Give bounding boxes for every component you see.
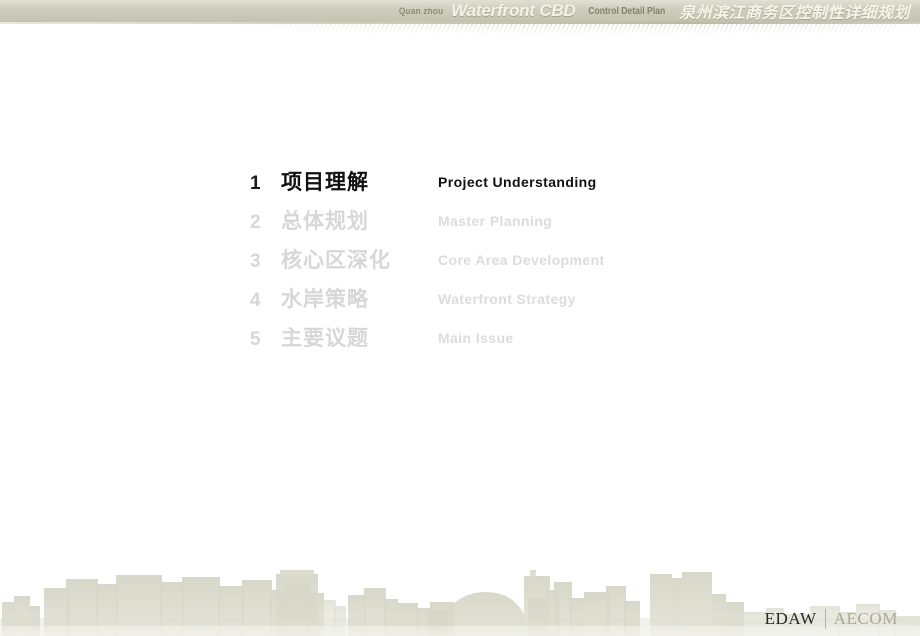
presentation-slide: Quan zhou Waterfront CBD Control Detail … (0, 0, 920, 636)
agenda-item-3-english-label: Core Area Development (438, 252, 605, 268)
agenda-item-2[interactable]: 2 总体规划 Master Planning (250, 211, 770, 250)
agenda-list: 1 项目理解 Project Understanding 2 总体规划 Mast… (250, 172, 770, 367)
agenda-item-2-english-label: Master Planning (438, 213, 553, 229)
agenda-item-1-chinese-label: 项目理解 (281, 171, 369, 194)
logo-divider (824, 609, 826, 629)
agenda-item-2-number: 2 (250, 212, 261, 233)
agenda-item-4-number: 4 (250, 290, 261, 311)
agenda-item-3-number: 3 (250, 251, 261, 272)
agenda-item-3-chinese-label: 核心区深化 (281, 249, 391, 272)
edaw-aecom-logo: EDAW AECOM (765, 608, 898, 630)
agenda-item-5-number: 5 (250, 329, 261, 350)
agenda-item-1-number: 1 (250, 173, 261, 194)
header-control-detail-plan-label: Control Detail Plan (587, 5, 665, 17)
agenda-item-3[interactable]: 3 核心区深化 Core Area Development (250, 250, 770, 289)
agenda-item-2-chinese-label: 总体规划 (281, 210, 369, 233)
agenda-item-1-english-label: Project Understanding (438, 174, 597, 190)
header-title: Quan zhou Waterfront CBD Control Detail … (397, 0, 910, 22)
agenda-item-4-english-label: Waterfront Strategy (438, 291, 576, 307)
agenda-item-5-english-label: Main Issue (438, 330, 514, 346)
logo-edaw-text: EDAW (764, 609, 817, 628)
header-hatch-texture (0, 23, 920, 36)
header-quanzhou-label: Quan zhou (398, 6, 444, 16)
agenda-item-5[interactable]: 5 主要议题 Main Issue (250, 328, 770, 367)
agenda-item-4-chinese-label: 水岸策略 (281, 288, 369, 311)
agenda-item-1[interactable]: 1 项目理解 Project Understanding (250, 172, 770, 211)
header-chinese-title: 泉州滨江商务区控制性详细规划 (678, 5, 910, 22)
logo-aecom-text: AECOM (833, 609, 898, 628)
agenda-item-5-chinese-label: 主要议题 (281, 327, 369, 350)
agenda-item-4[interactable]: 4 水岸策略 Waterfront Strategy (250, 289, 770, 328)
header-waterfront-cbd-label: Waterfront CBD (451, 1, 576, 20)
